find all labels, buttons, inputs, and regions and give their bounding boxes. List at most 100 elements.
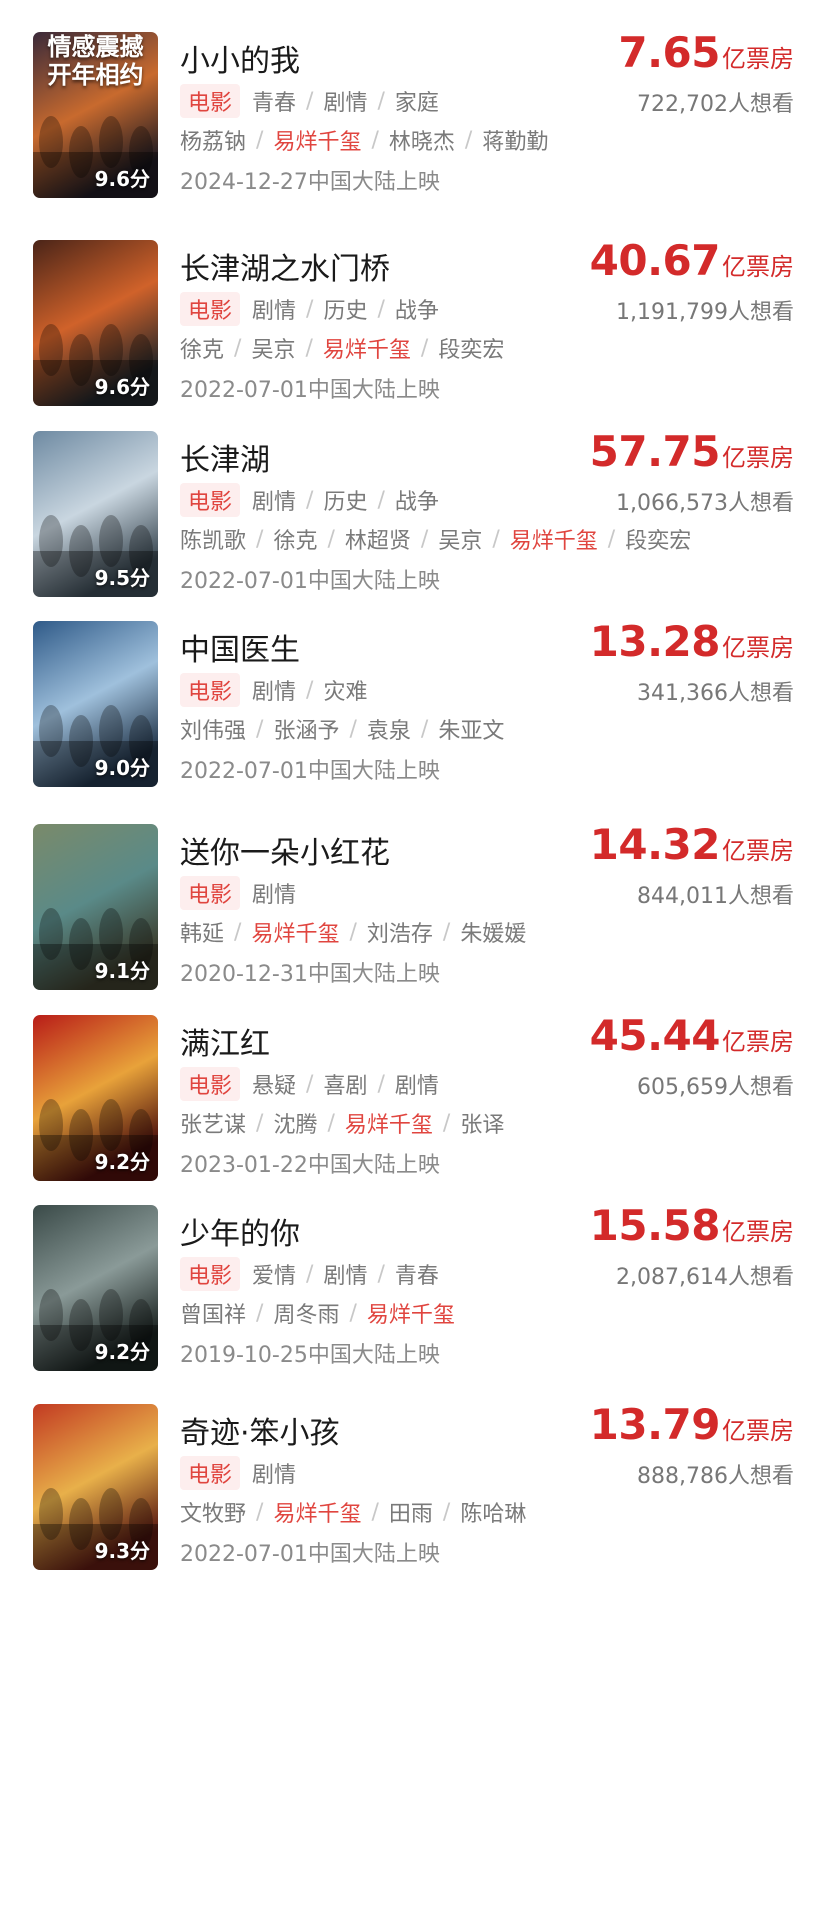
cast-member[interactable]: 易烊千玺 bbox=[510, 523, 598, 555]
cast-member[interactable]: 段奕宏 bbox=[438, 332, 504, 364]
genre-tag: 青春 bbox=[394, 1264, 439, 1289]
cast-member[interactable]: 朱亚文 bbox=[438, 713, 504, 745]
cast-member[interactable]: 吴京 bbox=[251, 332, 295, 364]
genre-tag: 剧情 bbox=[252, 1463, 297, 1488]
movie-poster[interactable]: 9.0分 bbox=[33, 621, 158, 787]
movie-card[interactable]: 9.2分 满江红 45.44亿票房 605,659人想看 电影 悬疑 / 喜剧 / 剧情 张艺谋 / 沈… bbox=[0, 1011, 828, 1185]
separator: / bbox=[256, 1300, 264, 1326]
cast-member[interactable]: 刘伟强 bbox=[180, 713, 246, 745]
separator: / bbox=[464, 127, 473, 153]
movie-title[interactable]: 满江红 bbox=[180, 1019, 270, 1063]
cast-member[interactable]: 杨荔钠 bbox=[180, 124, 246, 156]
cast-member[interactable]: 沈腾 bbox=[273, 1107, 317, 1139]
movie-card[interactable]: 9.2分 少年的你 15.58亿票房 2,087,614人想看 电影 爱情 / 剧情 / 青春 曾国… bbox=[0, 1201, 828, 1375]
separator: / bbox=[305, 335, 313, 361]
movie-title[interactable]: 长津湖之水门桥 bbox=[180, 244, 390, 288]
box-office-value: 13.28 bbox=[589, 617, 721, 666]
rating-score: 9.6分 bbox=[94, 167, 150, 191]
movie-title[interactable]: 少年的你 bbox=[180, 1209, 300, 1253]
type-badge: 电影 bbox=[180, 84, 241, 118]
separator: / bbox=[420, 716, 429, 742]
cast-member[interactable]: 易烊千玺 bbox=[323, 332, 411, 364]
separator: / bbox=[442, 919, 451, 945]
rating-score: 9.2分 bbox=[94, 1340, 150, 1364]
movie-card[interactable]: 9.6分 长津湖之水门桥 40.67亿票房 1,191,799人想看 电影 剧情 / 历史 / 战… bbox=[0, 236, 828, 410]
movie-poster[interactable]: 9.3分 bbox=[33, 1404, 158, 1570]
cast-member[interactable]: 徐克 bbox=[180, 332, 224, 364]
movie-title[interactable]: 奇迹·笨小孩 bbox=[180, 1408, 340, 1452]
cast-member[interactable]: 陈凯歌 bbox=[180, 523, 246, 555]
genre-tag: 剧情 bbox=[252, 883, 297, 908]
cast-member[interactable]: 易烊千玺 bbox=[273, 124, 361, 156]
type-badge: 电影 bbox=[180, 1456, 241, 1490]
release-date: 2022-07-01中国大陆上映 bbox=[180, 378, 440, 403]
movie-card[interactable]: 9.3分 奇迹·笨小孩 13.79亿票房 888,786人想看 电影 剧情 文牧野 / 易烊千玺… bbox=[0, 1400, 828, 1574]
movie-poster[interactable]: 9.1分 bbox=[33, 824, 158, 990]
movie-poster[interactable]: 9.5分 bbox=[33, 431, 158, 597]
cast-member[interactable]: 段奕宏 bbox=[625, 523, 691, 555]
movie-poster[interactable]: 9.2分 bbox=[33, 1015, 158, 1181]
movie-card[interactable]: 情感震撼 开年相约 9.6分 小小的我 7.65亿票房 722,702人想看 电影 青春 / 剧… bbox=[0, 28, 828, 202]
cast-member[interactable]: 曾国祥 bbox=[180, 1297, 246, 1329]
movie-poster[interactable]: 9.2分 bbox=[33, 1205, 158, 1371]
separator: / bbox=[492, 526, 500, 552]
cast-member[interactable]: 袁泉 bbox=[367, 713, 411, 745]
movie-title[interactable]: 长津湖 bbox=[180, 435, 270, 479]
release-date: 2024-12-27中国大陆上映 bbox=[180, 170, 440, 195]
cast-member[interactable]: 张译 bbox=[460, 1107, 504, 1139]
cast-member[interactable]: 吴京 bbox=[438, 523, 482, 555]
cast-member[interactable]: 易烊千玺 bbox=[345, 1107, 433, 1139]
movie-title[interactable]: 中国医生 bbox=[180, 625, 300, 669]
movie-card[interactable]: 9.5分 长津湖 57.75亿票房 1,066,573人想看 电影 剧情 / 历史 / 战争 陈凯歌… bbox=[0, 427, 828, 601]
cast-member[interactable]: 周冬雨 bbox=[273, 1297, 339, 1329]
cast-list: 杨荔钠 / 易烊千玺 / 林晓杰 / 蒋勤勤 bbox=[180, 124, 548, 156]
box-office-unit: 亿票房 bbox=[722, 1417, 794, 1445]
genre-tag: 战争 bbox=[394, 490, 439, 515]
separator: / bbox=[442, 1110, 451, 1136]
separator: / bbox=[306, 487, 314, 513]
separator: / bbox=[371, 1499, 379, 1525]
cast-member[interactable]: 蒋勤勤 bbox=[482, 124, 548, 156]
separator: / bbox=[306, 1261, 314, 1287]
genre-tag: 历史 bbox=[323, 299, 368, 324]
separator: / bbox=[377, 88, 385, 114]
cast-member[interactable]: 张艺谋 bbox=[180, 1107, 246, 1139]
movie-title[interactable]: 小小的我 bbox=[180, 36, 300, 80]
cast-member[interactable]: 陈哈琳 bbox=[460, 1496, 526, 1528]
cast-member[interactable]: 易烊千玺 bbox=[251, 916, 339, 948]
separator: / bbox=[306, 88, 314, 114]
movie-title[interactable]: 送你一朵小红花 bbox=[180, 828, 390, 872]
genre-tag: 灾难 bbox=[323, 680, 368, 705]
type-badge: 电影 bbox=[180, 1067, 241, 1101]
cast-member[interactable]: 朱媛媛 bbox=[460, 916, 526, 948]
rating-score: 9.0分 bbox=[94, 756, 150, 780]
separator: / bbox=[607, 526, 616, 552]
genre-tag: 家庭 bbox=[394, 91, 439, 116]
cast-member[interactable]: 徐克 bbox=[273, 523, 317, 555]
cast-member[interactable]: 林晓杰 bbox=[389, 124, 455, 156]
movie-card[interactable]: 9.0分 中国医生 13.28亿票房 341,366人想看 电影 剧情 / 灾难 刘伟强 / 张涵予… bbox=[0, 617, 828, 791]
cast-list: 韩延 / 易烊千玺 / 刘浩存 / 朱媛媛 bbox=[180, 916, 526, 948]
type-badge: 电影 bbox=[180, 483, 241, 517]
poster-slogan: 情感震撼 开年相约 bbox=[47, 33, 144, 89]
type-badge: 电影 bbox=[180, 1257, 241, 1291]
type-badge: 电影 bbox=[180, 673, 241, 707]
genre-tag: 青春 bbox=[252, 91, 297, 116]
cast-member[interactable]: 易烊千玺 bbox=[367, 1297, 455, 1329]
movie-card[interactable]: 9.1分 送你一朵小红花 14.32亿票房 844,011人想看 电影 剧情 韩延 / 易烊千玺… bbox=[0, 820, 828, 994]
cast-member[interactable]: 韩延 bbox=[180, 916, 224, 948]
genre-tags: 电影 爱情 / 剧情 / 青春 bbox=[180, 1257, 439, 1291]
separator: / bbox=[377, 296, 385, 322]
genre-tag: 喜剧 bbox=[323, 1074, 368, 1099]
cast-member[interactable]: 林超贤 bbox=[345, 523, 411, 555]
cast-member[interactable]: 张涵予 bbox=[273, 713, 339, 745]
cast-member[interactable]: 田雨 bbox=[389, 1496, 433, 1528]
rating-score: 9.5分 bbox=[94, 566, 150, 590]
movie-poster[interactable]: 9.6分 bbox=[33, 240, 158, 406]
movie-poster[interactable]: 情感震撼 开年相约 9.6分 bbox=[33, 32, 158, 198]
want-to-see-count: 341,366人想看 bbox=[637, 681, 794, 706]
genre-tags: 电影 剧情 / 历史 / 战争 bbox=[180, 292, 439, 326]
cast-member[interactable]: 易烊千玺 bbox=[273, 1496, 361, 1528]
cast-member[interactable]: 文牧野 bbox=[180, 1496, 246, 1528]
cast-member[interactable]: 刘浩存 bbox=[367, 916, 433, 948]
